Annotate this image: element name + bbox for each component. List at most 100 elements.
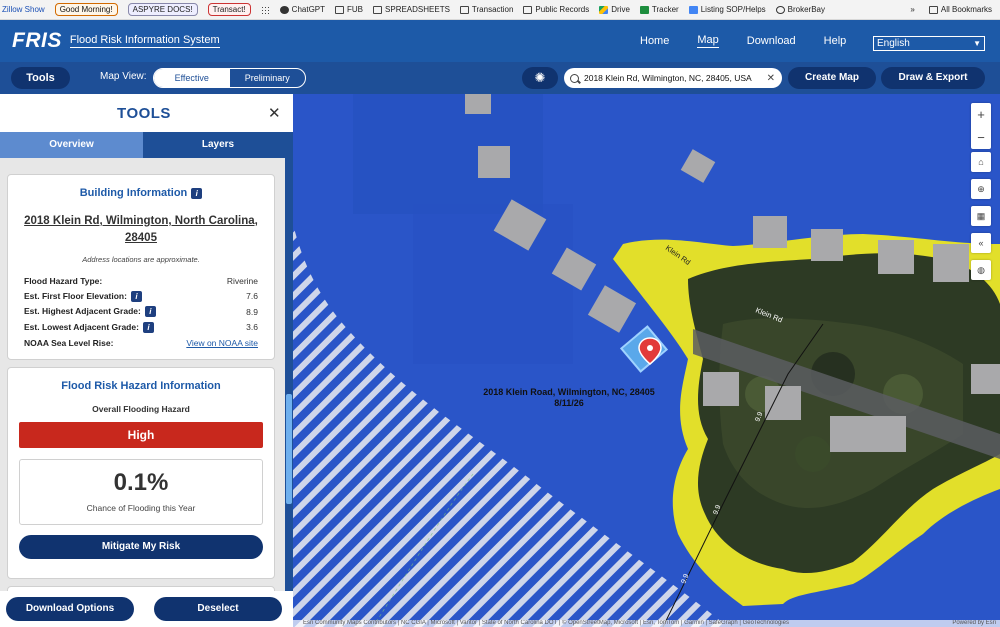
folder-icon — [373, 5, 383, 14]
hazard-level-badge: High — [19, 422, 263, 448]
tab-layers[interactable]: Layers — [143, 132, 293, 158]
powered-by-esri[interactable]: Powered by Esri — [952, 620, 996, 627]
nav-map[interactable]: Map — [697, 34, 719, 48]
panel-scrollbar[interactable] — [285, 158, 293, 591]
map-canvas[interactable]: Klein Rd Klein Rd 9.9 9.9 9.9 2018 Klein… — [293, 94, 1000, 627]
zoom-control: + − — [971, 103, 991, 149]
bookmark-item[interactable]: Good Morning! — [54, 3, 118, 16]
nav-download[interactable]: Download — [747, 35, 796, 47]
doc-icon — [688, 5, 698, 14]
mitigate-risk-button[interactable]: Mitigate My Risk — [19, 535, 263, 559]
bookmark-item[interactable]: BrokerBay — [775, 5, 826, 14]
building — [465, 94, 491, 114]
bookmark-item[interactable]: SPREADSHEETS — [373, 5, 450, 14]
bookmark-label: BrokerBay — [787, 5, 826, 14]
bookmark-item[interactable]: ChatGPT — [279, 5, 326, 14]
tab-overview[interactable]: Overview — [0, 132, 143, 158]
zoom-in-icon[interactable]: + — [971, 103, 991, 126]
bookmark-label: Good Morning! — [59, 5, 113, 14]
home-icon[interactable]: ⌂ — [971, 152, 991, 172]
bookmark-label: Public Records — [535, 5, 590, 14]
building-rows: Flood Hazard Type: Riverine Est. First F… — [24, 273, 258, 351]
building-address[interactable]: 2018 Klein Rd, Wilmington, North Carolin… — [18, 213, 264, 247]
bookmark-item[interactable] — [260, 5, 270, 14]
bookmark-item[interactable]: Drive — [599, 5, 630, 14]
row-value: Riverine — [226, 275, 258, 286]
settings-gear-icon[interactable]: ✺ — [522, 67, 558, 89]
map-label-date: 8/11/26 — [554, 398, 584, 408]
bookmark-item[interactable]: FUB — [335, 5, 363, 14]
building — [811, 229, 843, 261]
close-icon[interactable]: ✕ — [268, 104, 281, 122]
bookmark-item[interactable]: Listing SOP/Helps — [688, 5, 766, 14]
chance-box: 0.1% Chance of Flooding this Year — [19, 459, 263, 525]
collapse-icon[interactable]: « — [971, 233, 991, 253]
qr-code-icon[interactable]: ▦ — [971, 206, 991, 226]
info-icon[interactable]: i — [191, 187, 203, 199]
hazard-title: Flood Risk Hazard Information — [61, 380, 221, 392]
clear-search-icon[interactable]: ✕ — [767, 73, 775, 84]
draw-export-button[interactable]: Draw & Export — [881, 67, 985, 89]
nav-home[interactable]: Home — [640, 35, 669, 47]
drive-icon — [599, 5, 609, 14]
download-options-button[interactable]: Download Options — [6, 597, 134, 621]
row-label-wrap: Est. Highest Adjacent Grade: i — [24, 306, 156, 318]
bookmark-item[interactable]: Public Records — [523, 5, 589, 14]
row-label: Est. First Floor Elevation: — [24, 290, 127, 301]
bookmarks-overflow[interactable]: » — [910, 5, 914, 14]
building — [478, 146, 510, 178]
scrollbar-thumb[interactable] — [286, 394, 292, 504]
attribution-text: Esri Community Maps Contributors | NC CG… — [303, 620, 789, 626]
address-search[interactable]: 2018 Klein Rd, Wilmington, NC, 28405, US… — [564, 68, 782, 88]
locate-icon[interactable]: ⊕ — [971, 179, 991, 199]
bookmark-item[interactable]: Transact! — [207, 3, 251, 16]
all-bookmarks[interactable]: All Bookmarks — [928, 5, 992, 14]
tree-canopy — [795, 436, 831, 472]
zoom-out-icon[interactable]: − — [971, 126, 991, 149]
view-preliminary[interactable]: Preliminary — [230, 69, 306, 87]
map-attribution: Esri Community Maps Contributors | NC CG… — [293, 620, 1000, 627]
info-icon[interactable]: i — [142, 321, 154, 333]
bookmark-item[interactable]: ASPYRE DOCS! — [127, 3, 198, 16]
bookmark-item[interactable]: Zillow Show — [2, 5, 45, 14]
building — [933, 244, 969, 282]
noaa-link[interactable]: View on NOAA site — [186, 338, 258, 348]
info-icon[interactable]: i — [130, 290, 142, 302]
bookmark-label: ChatGPT — [291, 5, 326, 14]
create-map-button[interactable]: Create Map — [788, 67, 876, 89]
basemap-globe-icon[interactable]: ◍ — [971, 260, 991, 280]
bookmark-label: SPREADSHEETS — [385, 5, 450, 14]
row-value: 7.6 — [246, 291, 258, 302]
flood-hazard-card: Flood Risk Hazard Information Overall Fl… — [7, 367, 275, 579]
location-pin-dot — [647, 345, 653, 351]
bookmark-item[interactable]: Transaction — [459, 5, 513, 14]
chevron-down-icon: ▼ — [973, 39, 981, 48]
folder-icon — [928, 5, 938, 14]
bookmark-label: FUB — [347, 5, 364, 14]
search-icon — [570, 73, 579, 83]
row-first-floor-elevation: Est. First Floor Elevation: i 7.6 — [24, 289, 258, 305]
language-select[interactable]: English ▼ — [873, 36, 985, 51]
row-value: 8.9 — [246, 306, 258, 317]
row-highest-adjacent-grade: Est. Highest Adjacent Grade: i 8.9 — [24, 304, 258, 320]
info-icon[interactable]: i — [144, 306, 156, 318]
map-view-label: Map View: — [100, 71, 147, 82]
app-header: FRIS Flood Risk Information System Home … — [0, 20, 1000, 62]
view-effective[interactable]: Effective — [154, 69, 230, 87]
deselect-button[interactable]: Deselect — [154, 597, 282, 621]
nav-help[interactable]: Help — [824, 35, 847, 47]
row-label: Est. Lowest Adjacent Grade: — [24, 321, 139, 332]
overall-hazard-label: Overall Flooding Hazard — [92, 404, 190, 414]
search-input[interactable]: 2018 Klein Rd, Wilmington, NC, 28405, US… — [584, 73, 767, 83]
panel-title: TOOLS — [117, 105, 171, 122]
bookmark-item[interactable]: Tracker — [639, 5, 679, 14]
tools-button[interactable]: Tools — [11, 67, 70, 89]
building — [703, 372, 739, 406]
fris-logo[interactable]: FRIS — [12, 29, 62, 53]
folder-icon — [523, 5, 533, 14]
building-info-title: Building Information i — [8, 187, 274, 199]
map-toolbar: Tools Map View: Effective Preliminary ✺ … — [0, 62, 1000, 94]
app-subtitle: Flood Risk Information System — [69, 34, 220, 48]
bookmark-label: Listing SOP/Helps — [700, 5, 766, 14]
row-flood-hazard-type: Flood Hazard Type: Riverine — [24, 273, 258, 289]
